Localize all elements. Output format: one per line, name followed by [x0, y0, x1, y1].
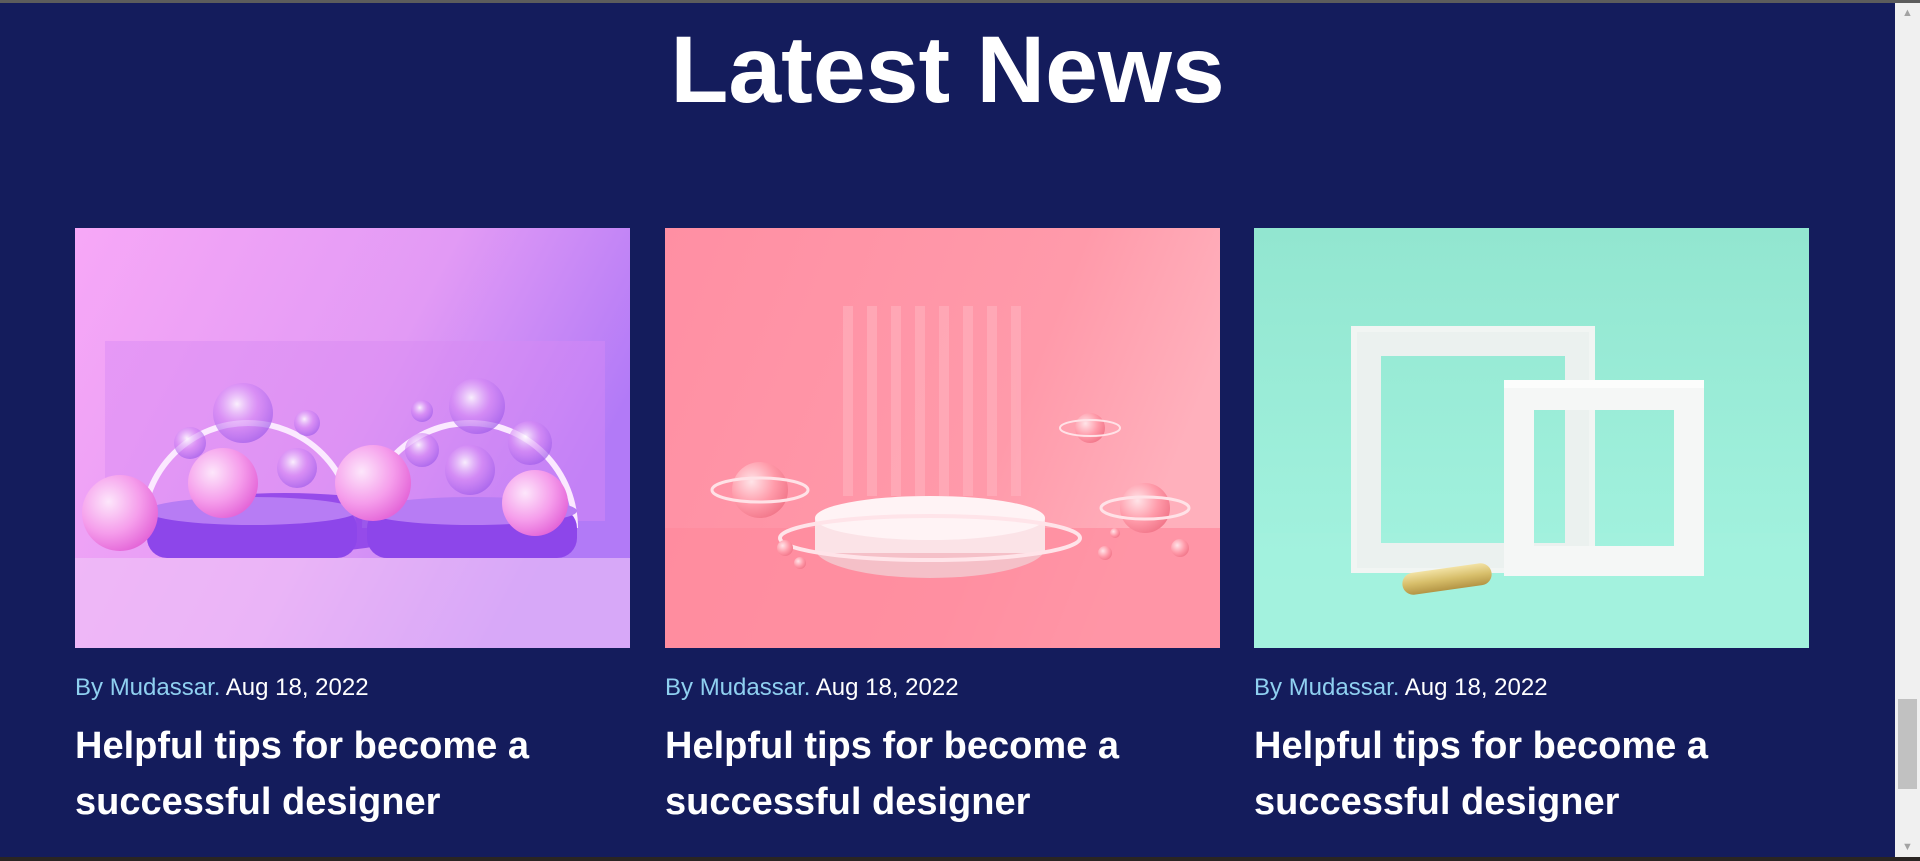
- arrow-down-icon[interactable]: ▼: [1895, 837, 1920, 857]
- card-title[interactable]: Helpful tips for become a successful des…: [1254, 718, 1809, 830]
- author-link[interactable]: By Mudassar.: [665, 674, 810, 701]
- author-link[interactable]: By Mudassar.: [75, 674, 220, 701]
- news-card[interactable]: By Mudassar. Aug 18, 2022 Helpful tips f…: [75, 228, 630, 830]
- news-card[interactable]: By Mudassar. Aug 18, 2022 Helpful tips f…: [665, 228, 1220, 830]
- card-image-pink-podium[interactable]: [665, 228, 1220, 648]
- card-meta: By Mudassar. Aug 18, 2022: [75, 673, 630, 703]
- window-bottom-edge: [0, 857, 1920, 861]
- post-date: Aug 18, 2022: [220, 674, 369, 701]
- news-card[interactable]: By Mudassar. Aug 18, 2022 Helpful tips f…: [1254, 228, 1809, 830]
- card-meta: By Mudassar. Aug 18, 2022: [665, 673, 1220, 703]
- card-title[interactable]: Helpful tips for become a successful des…: [665, 718, 1220, 830]
- vertical-scrollbar[interactable]: ▲ ▼: [1895, 3, 1920, 857]
- section-title: Latest News: [670, 17, 1225, 123]
- scroll-thumb[interactable]: [1898, 699, 1917, 789]
- card-title[interactable]: Helpful tips for become a successful des…: [75, 718, 630, 830]
- post-date: Aug 18, 2022: [1399, 674, 1548, 701]
- card-image-purple-spheres[interactable]: [75, 228, 630, 648]
- card-meta: By Mudassar. Aug 18, 2022: [1254, 673, 1809, 703]
- arrow-up-icon[interactable]: ▲: [1895, 3, 1920, 23]
- author-link[interactable]: By Mudassar.: [1254, 674, 1399, 701]
- post-date: Aug 18, 2022: [810, 674, 959, 701]
- latest-news-section: Latest News By Mudassar. Aug 18, 2022 He…: [0, 3, 1895, 857]
- card-image-mint-frames[interactable]: [1254, 228, 1809, 648]
